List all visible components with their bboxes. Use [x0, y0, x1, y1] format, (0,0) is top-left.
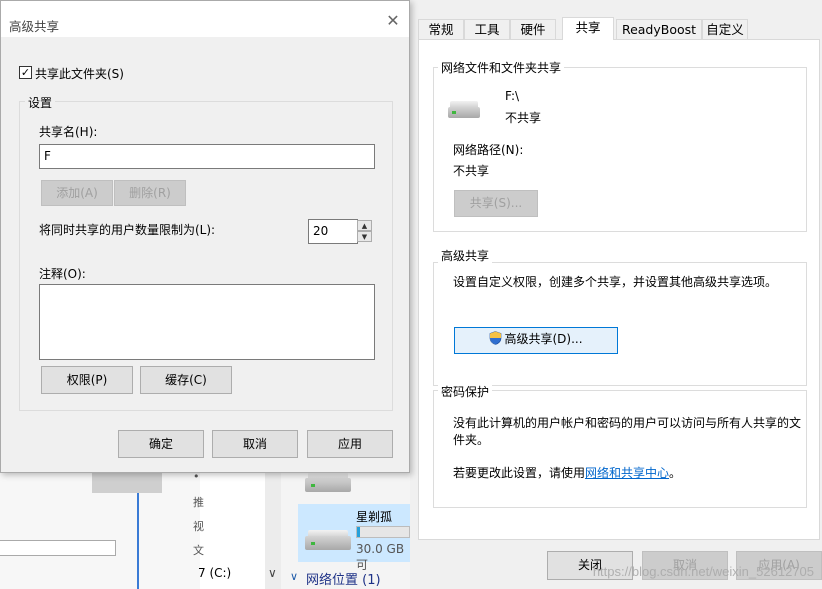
caching-button[interactable]: 缓存(C)	[140, 366, 232, 394]
user-limit-input[interactable]: 20	[308, 219, 358, 244]
dialog-title: 高级共享	[9, 19, 60, 34]
network-path-value: 不共享	[453, 164, 490, 178]
spin-up-icon[interactable]: ▲	[357, 220, 372, 231]
remove-button[interactable]: 删除(R)	[114, 180, 186, 206]
chevron-down-icon[interactable]: ∨	[268, 566, 277, 580]
password-protection-title: 密码保护	[438, 383, 493, 400]
advanced-sharing-dialog: 高级共享 ✕ ✓ 共享此文件夹(S) 设置 共享名(H): F 添加(A) 删除…	[0, 0, 410, 473]
tab-tools[interactable]: 工具	[464, 19, 510, 39]
drive-f-tile[interactable]: 星剃孤 (F: 30.0 GB 可	[298, 504, 410, 572]
network-sharing-center-link[interactable]: 网络和共享中心	[585, 466, 669, 480]
password-protection-text-line1: 没有此计算机的用户帐户和密码的用户可以访问与所有人共享的文	[453, 416, 802, 430]
sidebar-item-text: 视	[193, 520, 204, 533]
settings-group-title: 设置	[25, 94, 56, 111]
hard-drive-icon	[305, 530, 351, 552]
tab-general[interactable]: 常规	[418, 19, 464, 39]
close-icon[interactable]: ✕	[385, 13, 401, 29]
drive-path: F:\	[505, 89, 520, 103]
dialog-titlebar: 高级共享 ✕	[1, 1, 409, 37]
password-change-suffix: 。	[669, 466, 682, 480]
user-limit-label: 将同时共享的用户数量限制为(L):	[39, 223, 216, 237]
share-button[interactable]: 共享(S)...	[454, 190, 538, 217]
share-name-label: 共享名(H):	[39, 125, 98, 139]
password-change-prefix: 若要更改此设置，请使用	[453, 466, 586, 480]
hard-drive-icon	[305, 472, 351, 494]
permissions-button[interactable]: 权限(P)	[41, 366, 133, 394]
password-change-line: 若要更改此设置，请使用网络和共享中心。	[453, 464, 681, 481]
advanced-sharing-button[interactable]: 高级共享(D)...	[454, 327, 618, 354]
advanced-sharing-title: 高级共享	[438, 247, 493, 264]
ok-button[interactable]: 确定	[118, 430, 204, 458]
network-path-label: 网络路径(N):	[453, 143, 524, 157]
explorer-input-remnant	[0, 540, 116, 556]
advanced-sharing-description: 设置自定义权限，创建多个共享，并设置其他高级共享选项。	[453, 275, 778, 289]
drive-c-label[interactable]: 7 (C:)	[198, 566, 231, 580]
tab-sharing[interactable]: 共享	[562, 17, 614, 40]
network-section-chevron-icon[interactable]: ∨	[290, 570, 298, 583]
dialog-apply-button[interactable]: 应用	[307, 430, 393, 458]
tab-hardware[interactable]: 硬件	[510, 19, 556, 39]
password-protection-text-line2: 件夹。	[453, 433, 490, 447]
network-section-header[interactable]: 网络位置 (1)	[306, 569, 381, 588]
sidebar-item-text: 推	[193, 496, 204, 509]
watermark: https://blog.csdn.net/weixin_52612705	[592, 564, 814, 579]
drive-icon	[448, 101, 480, 119]
comment-textarea[interactable]	[39, 284, 375, 360]
tab-readyboost[interactable]: ReadyBoost	[616, 19, 702, 39]
spin-down-icon[interactable]: ▼	[357, 231, 372, 242]
drive-share-status: 不共享	[505, 111, 542, 125]
share-folder-label[interactable]: 共享此文件夹(S)	[35, 65, 124, 82]
explorer-gray-block	[92, 473, 162, 493]
add-button[interactable]: 添加(A)	[41, 180, 113, 206]
uac-shield-icon	[489, 330, 502, 345]
password-protection-group	[433, 390, 807, 508]
tab-customize[interactable]: 自定义	[702, 19, 748, 39]
drive-f-usage-bar	[356, 526, 410, 538]
share-name-input[interactable]: F	[39, 144, 375, 169]
advanced-sharing-button-label: 高级共享(D)...	[504, 332, 583, 346]
drive-properties-window: 常规 工具 硬件 共享 ReadyBoost 自定义 网络文件和文件夹共享 F:…	[410, 0, 822, 589]
sidebar-item-text: 文	[193, 544, 204, 557]
sharing-tab-panel: 网络文件和文件夹共享 F:\ 不共享 网络路径(N): 不共享 共享(S)...…	[418, 39, 820, 540]
network-sharing-title: 网络文件和文件夹共享	[438, 59, 565, 76]
share-folder-checkbox[interactable]: ✓	[19, 66, 32, 79]
dialog-cancel-button[interactable]: 取消	[212, 430, 298, 458]
comment-label: 注释(O):	[39, 267, 86, 281]
